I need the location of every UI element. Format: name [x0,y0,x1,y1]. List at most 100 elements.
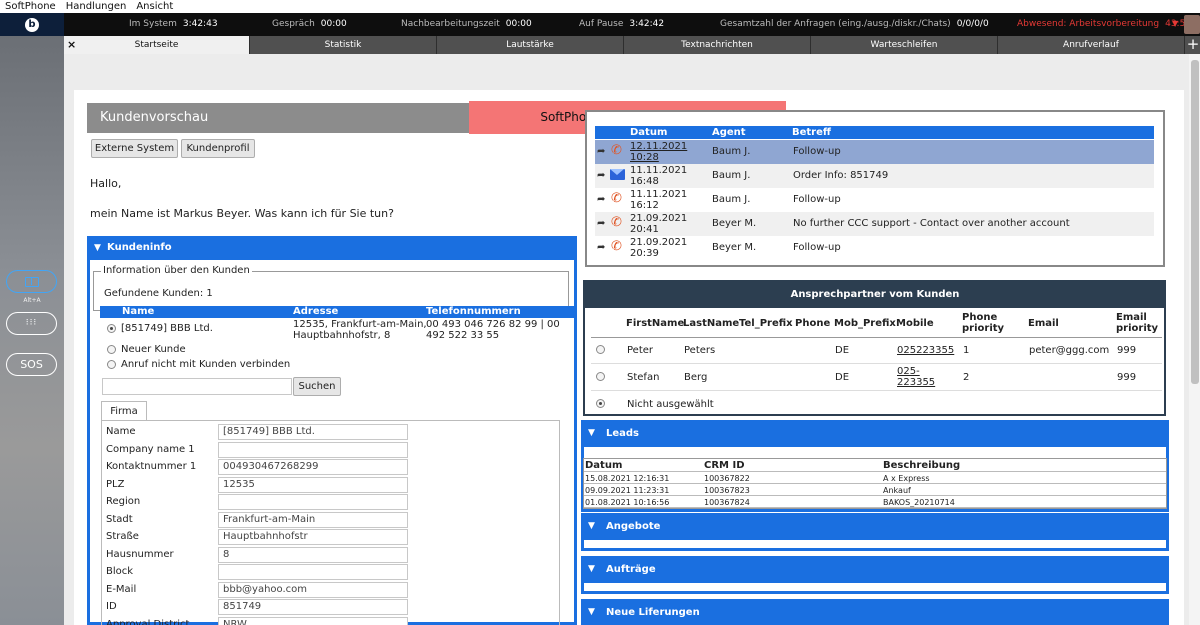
absent-label: Abwesend: Arbeitsvorbereitung [1017,19,1160,29]
contact-mob-prefix: DE [835,372,850,383]
history-row[interactable]: ➦ 11.11.2021 16:48 Baum J. Order Info: 85174… [595,164,1154,188]
tab-home[interactable]: × Startseite [64,36,250,54]
absent-status[interactable]: Abwesend: Arbeitsvorbereitung 43:55 [1017,19,1191,29]
tab-company[interactable]: Firma [101,401,147,421]
sos-button[interactable]: SOS [6,353,57,376]
status-dropdown-icon[interactable]: ▼ [1172,19,1178,28]
lead-row[interactable]: 09.09.2021 11:23:31 100367823 Ankauf [584,485,1166,496]
leads-table-header: Datum CRM ID Beschreibung [584,459,1166,472]
call-value: 00:00 [320,19,347,29]
history-date: 11.11.2021 [630,165,687,176]
history-row[interactable]: ➦ ✆ 11.11.2021 16:12 Baum J. Follow-up [595,188,1154,212]
contact-email-priority: 999 [1117,372,1137,383]
form-field[interactable]: bbb@yahoo.com [218,581,408,598]
history-date: 21.09.2021 [630,237,687,248]
no-link-radio[interactable] [107,360,116,369]
menu-actions[interactable]: Handlungen [66,0,127,13]
history-date-value: 21.09.2021 [630,237,688,248]
contact-none-radio[interactable] [596,399,605,408]
call-label: Gespräch [272,19,315,29]
contacts-col-email: Email [1028,318,1059,329]
leads-col-desc: Beschreibung [883,460,961,471]
customer-search-input[interactable] [102,378,292,395]
customer-phones-line1: 00 493 046 726 82 99 | 00 [426,319,560,330]
greeting-text: Hallo, [90,177,122,190]
leads-header[interactable]: Leads [581,420,1169,447]
call-status: Gespräch 00:00 [272,19,347,29]
contact-none-label: Nicht ausgewählt [627,399,714,410]
scrollbar-thumb[interactable] [1191,60,1199,384]
contact-mobile[interactable]: 025223355 [897,345,954,356]
tab-call-history[interactable]: Anrufverlauf [998,36,1185,54]
contact-row-divider [591,363,1162,364]
form-field[interactable] [218,441,408,458]
pause-value: 3:42:42 [629,19,665,29]
customer-name: [851749] BBB Ltd. [121,323,213,334]
tab-statistics[interactable]: Statistik [250,36,437,54]
orders-header[interactable]: Aufträge [581,556,1169,583]
no-link-label: Anruf nicht mit Kunden verbinden [121,359,291,370]
history-date: 21.09.2021 [630,213,687,224]
customer-radio-selected[interactable] [107,324,116,333]
tab-text-messages[interactable]: Textnachrichten [624,36,811,54]
new-customer-radio[interactable] [107,345,116,354]
pause-label: Auf Pause [579,19,624,29]
customer-info-header[interactable]: Kundeninfo [87,236,577,260]
form-field[interactable]: 12535 [218,476,408,493]
customer-profile-button[interactable]: Kundenprofil [181,139,255,158]
avatar[interactable] [1184,15,1200,34]
form-field[interactable]: Frankfurt-am-Main [218,511,408,528]
lead-row[interactable]: 15.08.2021 12:16:31 100367822 A x Express [584,473,1166,484]
history-row[interactable]: ➦ ✆ 12.11.2021 10:28 Baum J. Follow-up [595,140,1154,164]
dialpad-window-button[interactable] [6,270,57,293]
form-field[interactable]: [851749] BBB Ltd. [218,424,408,440]
history-agent: Beyer M. [712,242,757,253]
window-icon [24,276,39,287]
contacts-col-phone: Phone [795,318,831,329]
contact-row-divider [591,390,1162,391]
history-date: 12.11.2021 [630,141,687,152]
keypad-icon: ⁝⁝⁝ [25,318,38,328]
menu-view[interactable]: Ansicht [136,0,173,13]
contact-mob-prefix: DE [835,345,850,356]
lead-date: 09.09.2021 11:23:31 [585,486,670,495]
contact-first: Peter [627,345,654,356]
history-agent: Baum J. [712,170,751,181]
col-phones: Telefonnummern [426,306,521,317]
offers-header[interactable]: Angebote [581,513,1169,540]
contact-email: peter@ggg.com [1029,345,1110,356]
contacts-col-phone-priority-2: priority [962,323,1005,334]
status-bar: b Im System 3:42:43 Gespräch 00:00 Nachbea… [0,13,1200,36]
form-label: E-Mail [106,583,137,595]
form-field[interactable]: 851749 [218,599,408,615]
search-button[interactable]: Suchen [293,377,341,396]
contact-first: Stefan [627,372,660,383]
history-subject: Follow-up [793,146,841,157]
contact-mobile[interactable]: 025- 223355 [897,366,935,388]
tab-queues[interactable]: Warteschleifen [811,36,998,54]
history-row[interactable]: ➦ ✆ 21.09.2021 20:39 Beyer M. Follow-up [595,236,1154,260]
contact-mobile-line1: 025- [897,366,920,377]
contacts-col-email-priority-2: priority [1116,323,1159,334]
contact-radio[interactable] [596,372,605,381]
deliveries-header[interactable]: Neue Liferungen [581,599,1169,625]
orders-panel [581,583,1169,594]
add-tab-icon[interactable]: + [1186,36,1200,54]
menu-softphone[interactable]: SoftPhone [5,0,56,13]
form-field[interactable]: 004930467268299 [218,459,408,475]
form-field[interactable]: 8 [218,546,408,563]
tab-volume[interactable]: Lautstärke [437,36,624,54]
form-field[interactable]: Hauptbahnhofstr [218,529,408,545]
keypad-button[interactable]: ⁝⁝⁝ [6,312,57,335]
contact-radio[interactable] [596,345,605,354]
history-row[interactable]: ➦ ✆ 21.09.2021 20:41 Beyer M. No further CCC … [595,212,1154,236]
external-system-button[interactable]: Externe System [91,139,178,158]
form-field[interactable] [218,564,408,580]
lead-date: 01.08.2021 10:16:56 [585,498,670,507]
form-field[interactable] [218,494,408,510]
form-field[interactable]: NRW [218,616,408,625]
close-icon[interactable]: × [67,36,76,54]
lead-row[interactable]: 01.08.2021 10:16:56 100367824 BAKOS_202107… [584,497,1166,508]
new-customer-label: Neuer Kunde [121,344,186,355]
history-time: 10:28 [630,152,659,163]
